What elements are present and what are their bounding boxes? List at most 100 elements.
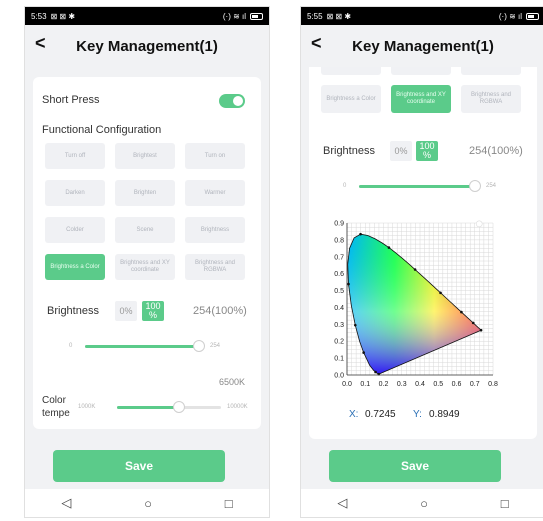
- function-button[interactable]: Brightness and RGBWA: [461, 85, 521, 113]
- x-tick-label: 0.6: [452, 381, 462, 388]
- config-card: Brightness a Color Brightness and XY coor…: [309, 67, 537, 439]
- wavelength-marker: [387, 246, 391, 249]
- wavelength-marker: [353, 323, 357, 327]
- status-time: 5:53: [31, 11, 47, 21]
- x-coordinate-label: X:: [349, 409, 359, 420]
- y-tick-label: 0.6: [334, 271, 344, 278]
- x-tick-label: 0.3: [397, 381, 407, 388]
- brightness-slider[interactable]: [359, 180, 481, 192]
- back-icon[interactable]: <: [311, 33, 322, 54]
- function-button[interactable]: [321, 67, 381, 75]
- color-temp-label-1: Color: [42, 395, 66, 406]
- wavelength-marker: [374, 370, 377, 374]
- x-tick-label: 0.0: [342, 381, 352, 388]
- battery-icon: [526, 12, 539, 20]
- function-button[interactable]: Brightness a Color: [321, 85, 381, 113]
- system-nav-bar: ◁ ○ □: [25, 489, 269, 517]
- function-button[interactable]: [461, 67, 521, 75]
- x-tick-label: 0.4: [415, 381, 425, 388]
- function-button[interactable]: Turn on: [185, 143, 245, 169]
- y-tick-label: 0.8: [334, 237, 344, 244]
- y-tick-label: 0.1: [334, 356, 344, 363]
- x-coordinate-value: 0.7245: [365, 409, 396, 420]
- back-icon[interactable]: <: [35, 33, 46, 54]
- function-button[interactable]: Brightness and XY coordinate: [391, 85, 451, 113]
- nav-home-icon[interactable]: ○: [144, 496, 152, 511]
- color-temp-slider-knob[interactable]: [173, 401, 185, 413]
- color-temp-min-label: 1000K: [78, 404, 96, 410]
- function-button[interactable]: Warmer: [185, 180, 245, 206]
- page-title: Key Management(1): [76, 37, 218, 55]
- color-temp-value: 6500K: [219, 377, 246, 387]
- brightness-slider-knob[interactable]: [193, 340, 205, 352]
- function-button[interactable]: Scene: [115, 217, 175, 243]
- brightness-slider-knob[interactable]: [469, 180, 481, 192]
- y-tick-label: 0.5: [334, 288, 344, 295]
- wavelength-marker: [471, 321, 475, 325]
- brightness-0-option[interactable]: 0%: [390, 141, 412, 161]
- brightness-0-option[interactable]: 0%: [115, 301, 137, 321]
- function-button[interactable]: Brightness a Color: [45, 254, 105, 280]
- phone-screen-right: 5:55 ⊠ ⊠ ✱ (·) ≋ ıl < Key Management(1) B…: [300, 6, 543, 518]
- y-coordinate-label: Y:: [413, 409, 422, 420]
- nav-recent-icon[interactable]: □: [501, 496, 509, 511]
- brightness-100-option[interactable]: 100%: [416, 141, 438, 161]
- config-card: Short Press Functional Configuration Tur…: [33, 77, 261, 429]
- short-press-toggle[interactable]: [219, 94, 245, 108]
- wavelength-marker: [439, 291, 442, 295]
- nav-back-icon[interactable]: ◁: [61, 495, 71, 511]
- function-button[interactable]: Brightness: [185, 217, 245, 243]
- function-button[interactable]: Brightest: [115, 143, 175, 169]
- functional-config-label: Functional Configuration: [42, 124, 162, 136]
- phone-screen-left: 5:53 ⊠ ⊠ ✱ (·) ≋ ıl < Key Management(1) S…: [24, 6, 270, 518]
- brightness-slider[interactable]: [85, 340, 205, 352]
- cie-chromaticity-chart[interactable]: 0.0 0.1 0.2 0.3 0.4 0.5 0.6 0.7 0.8 0.0 0.1 0.2 0.3 0…: [309, 209, 537, 399]
- color-temp-slider-fill: [117, 406, 179, 409]
- status-bar: 5:55 ⊠ ⊠ ✱ (·) ≋ ıl: [301, 7, 543, 25]
- brightness-100-option[interactable]: 100%: [142, 301, 164, 321]
- function-button[interactable]: Darken: [45, 180, 105, 206]
- brightness-max-label: 254: [210, 343, 221, 349]
- brightness-100-unit: %: [422, 150, 431, 160]
- nav-back-icon[interactable]: ◁: [337, 495, 347, 511]
- wavelength-marker: [359, 232, 362, 236]
- x-tick-label: 0.7: [470, 381, 480, 388]
- x-tick-label: 0.1: [360, 381, 370, 388]
- function-button[interactable]: Colder: [45, 217, 105, 243]
- y-tick-label: 0.2: [334, 339, 344, 346]
- app-header: < Key Management(1): [301, 25, 543, 67]
- nav-recent-icon[interactable]: □: [225, 496, 233, 511]
- notification-icons: ⊠ ⊠ ✱: [50, 11, 76, 21]
- y-coordinate-value: 0.8949: [429, 409, 460, 420]
- brightness-min-label: 0: [343, 183, 347, 189]
- function-button[interactable]: Brightness and XY coordinate: [115, 254, 175, 280]
- wavelength-marker: [362, 351, 365, 354]
- y-tick-label: 0.9: [334, 221, 344, 228]
- brightness-min-label: 0: [69, 343, 73, 349]
- y-tick-label: 0.3: [334, 322, 344, 329]
- page-title: Key Management(1): [352, 37, 494, 55]
- color-temp-label-2: tempe: [42, 408, 70, 419]
- function-button[interactable]: Brighten: [115, 180, 175, 206]
- status-bar: 5:53 ⊠ ⊠ ✱ (·) ≋ ıl: [25, 7, 269, 25]
- brightness-100-unit: %: [148, 310, 157, 320]
- x-tick-label: 0.2: [379, 381, 389, 388]
- wavelength-marker: [413, 268, 417, 271]
- function-button[interactable]: [391, 67, 451, 75]
- function-button[interactable]: Brightness and RGBWA: [185, 254, 245, 280]
- battery-icon: [250, 12, 263, 20]
- system-nav-bar: ◁ ○ □: [301, 489, 543, 517]
- brightness-slider-fill: [359, 185, 475, 188]
- app-header: < Key Management(1): [25, 25, 269, 67]
- brightness-label: Brightness: [47, 305, 99, 317]
- color-temp-slider[interactable]: [117, 401, 221, 413]
- signal-icon: (·) ≋ ıl: [498, 11, 522, 21]
- y-tick-label: 0.7: [334, 254, 344, 261]
- color-temp-max-label: 10000K: [227, 404, 248, 410]
- function-button[interactable]: Turn off: [45, 143, 105, 169]
- save-button[interactable]: Save: [329, 450, 501, 482]
- brightness-value: 254(100%): [469, 145, 523, 157]
- nav-home-icon[interactable]: ○: [420, 496, 428, 511]
- save-button[interactable]: Save: [53, 450, 225, 482]
- wavelength-marker: [347, 282, 350, 286]
